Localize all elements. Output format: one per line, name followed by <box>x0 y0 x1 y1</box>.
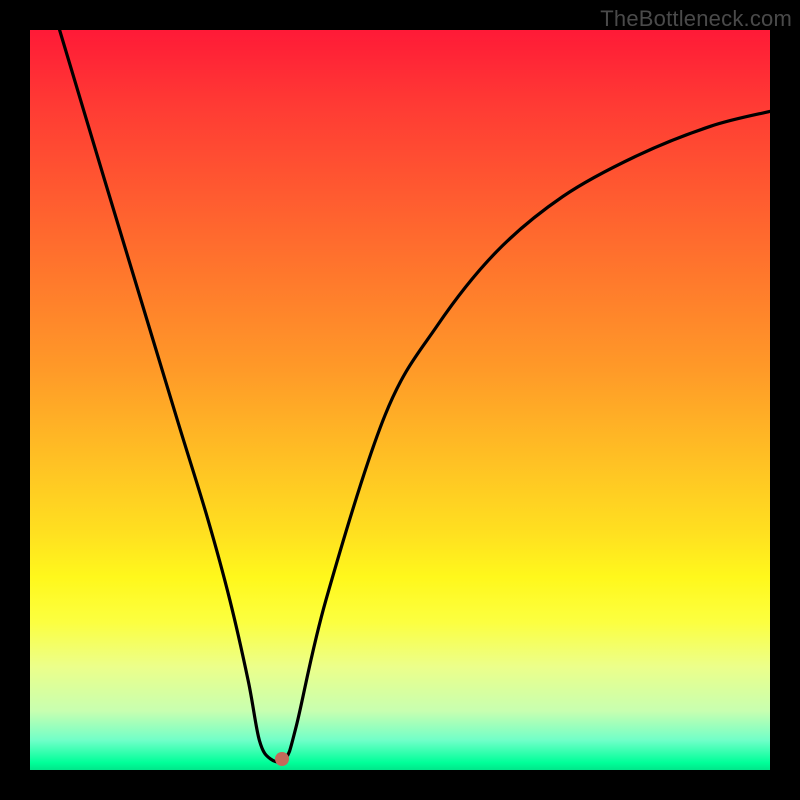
optimum-marker <box>275 752 289 766</box>
plot-area <box>30 30 770 770</box>
watermark-text: TheBottleneck.com <box>600 6 792 32</box>
bottleneck-curve <box>30 30 770 770</box>
chart-frame: TheBottleneck.com <box>0 0 800 800</box>
